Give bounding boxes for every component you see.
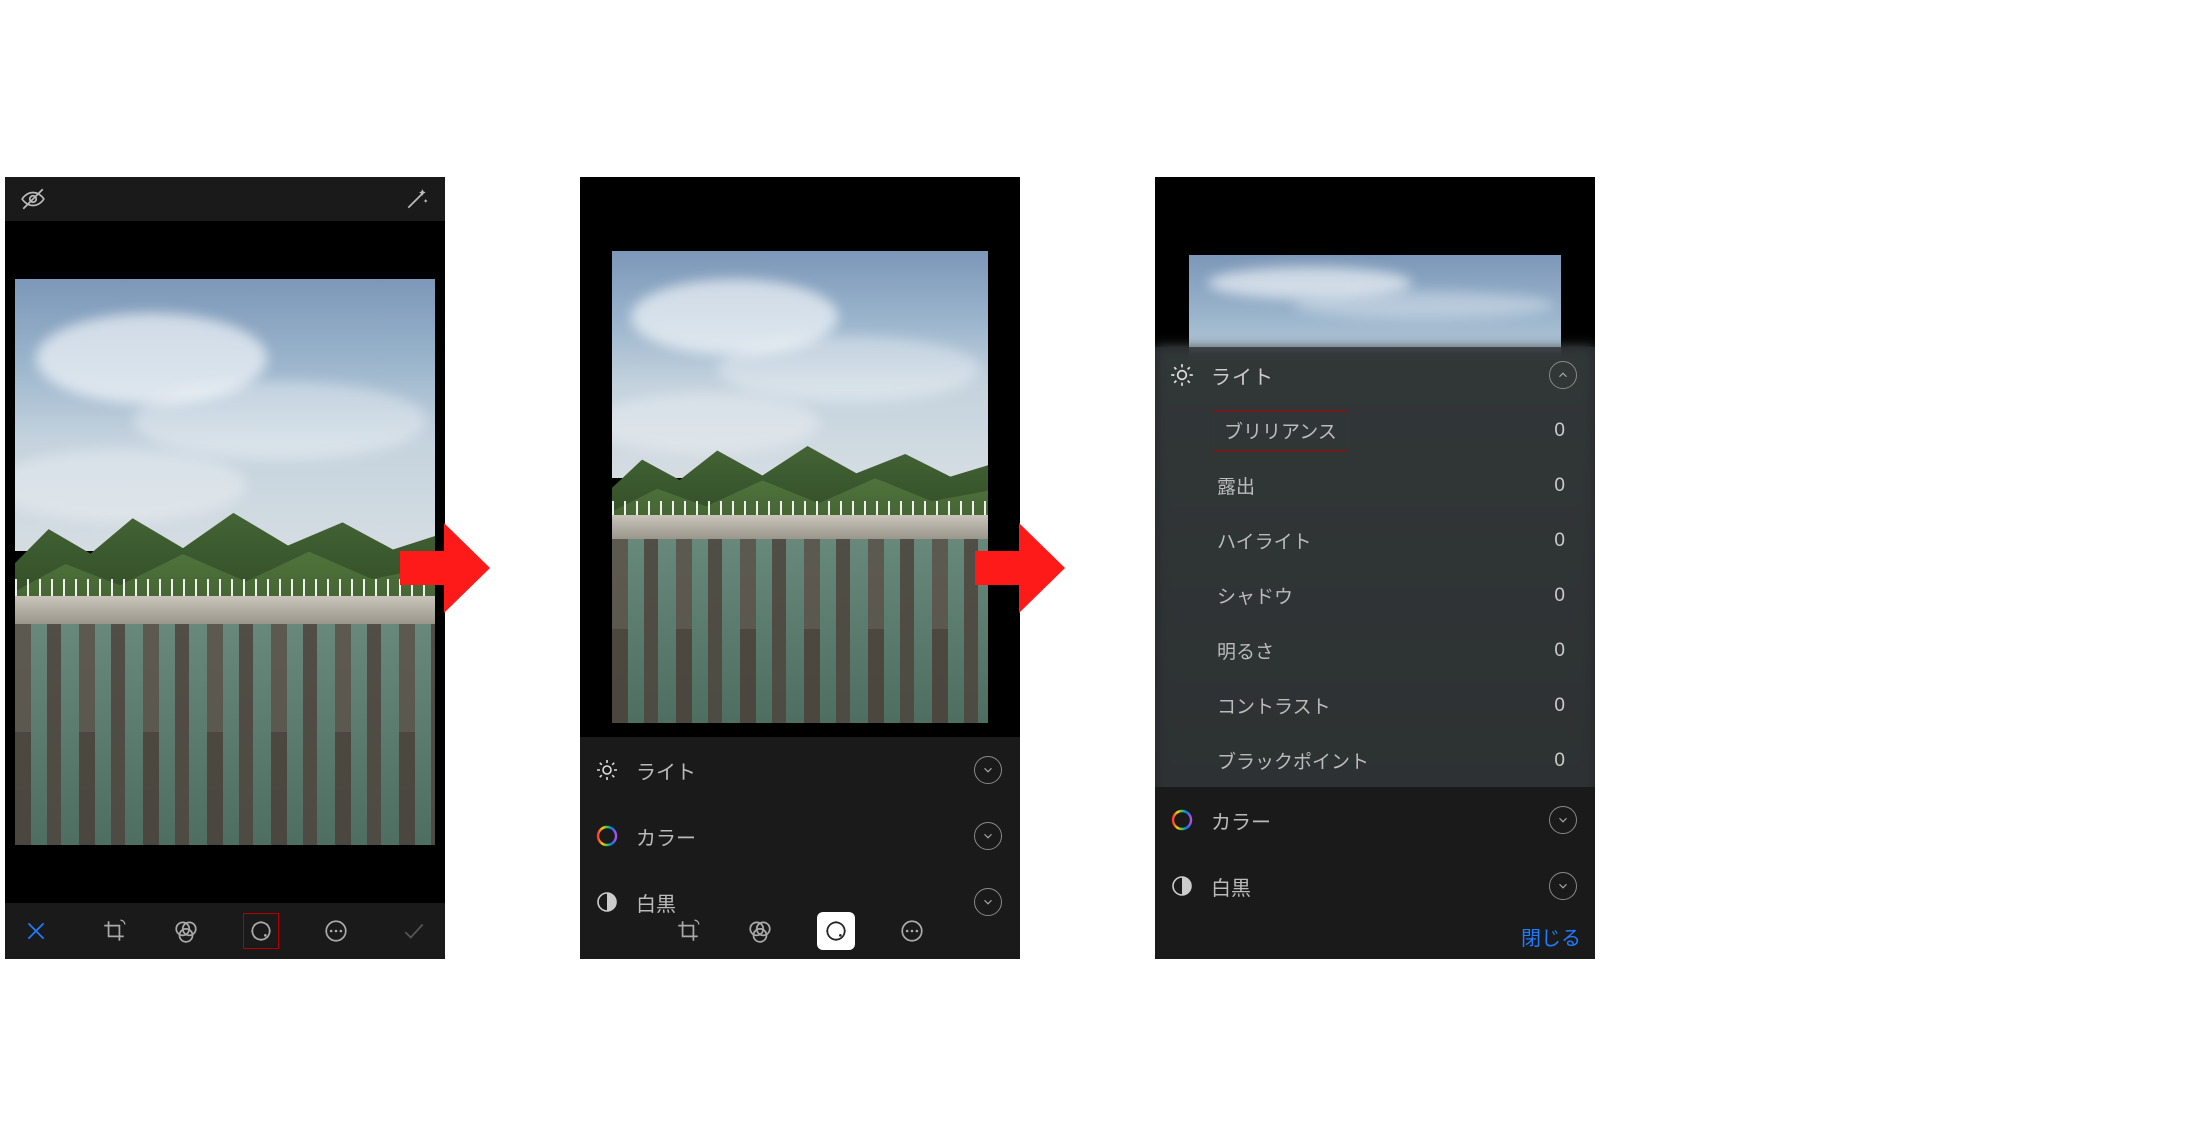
eye-hidden-icon[interactable]: [19, 185, 47, 213]
light-brightness-label: 明るさ: [1217, 637, 1554, 664]
adjust-icon[interactable]: [243, 913, 279, 949]
light-shadows-label: シャドウ: [1217, 582, 1554, 609]
bw-icon: [1169, 873, 1195, 899]
light-icon: [594, 757, 620, 783]
light-shadows-row[interactable]: シャドウ 0: [1155, 568, 1595, 623]
close-button[interactable]: 閉じる: [1521, 922, 1581, 951]
photo-canvas[interactable]: [1155, 177, 1595, 347]
photo-canvas[interactable]: [5, 221, 445, 903]
crop-rotate-icon[interactable]: [673, 916, 703, 946]
light-contrast-label: コントラスト: [1217, 692, 1554, 719]
light-blackpoint-value: 0: [1554, 750, 1565, 772]
light-highlights-label: ハイライト: [1217, 527, 1554, 554]
light-contrast-value: 0: [1554, 695, 1565, 717]
chevron-up-icon[interactable]: [1549, 361, 1577, 389]
chevron-down-icon[interactable]: [1549, 872, 1577, 900]
chevron-down-icon[interactable]: [1549, 806, 1577, 834]
top-toolbar: [5, 177, 445, 221]
light-brightness-row[interactable]: 明るさ 0: [1155, 623, 1595, 678]
adjust-bw-label: 白黒: [1211, 872, 1533, 901]
editor-screen-1: [5, 177, 445, 959]
done-button[interactable]: [399, 916, 429, 946]
cancel-button[interactable]: [21, 916, 51, 946]
light-expanded-panel: ライト ブリリアンス 0 露出 0 ハイライト 0 シャドウ 0: [1155, 347, 1595, 799]
light-exposure-label: 露出: [1217, 472, 1554, 499]
chevron-down-icon[interactable]: [974, 756, 1002, 784]
more-icon[interactable]: [897, 916, 927, 946]
crop-rotate-icon[interactable]: [99, 916, 129, 946]
photo-canvas[interactable]: [580, 177, 1020, 737]
highlighted-selection: ブリリアンス: [1213, 410, 1348, 451]
light-contrast-row[interactable]: コントラスト 0: [1155, 678, 1595, 733]
light-exposure-value: 0: [1554, 475, 1565, 497]
light-brilliance-row[interactable]: ブリリアンス 0: [1155, 403, 1595, 458]
adjustment-categories: ライト カラー 白黒: [580, 737, 1020, 903]
light-icon: [1169, 362, 1195, 388]
bottom-toolbar: [5, 903, 445, 959]
color-ring-icon: [594, 823, 620, 849]
light-brilliance-label: ブリリアンス: [1224, 422, 1337, 443]
adjust-bw-row[interactable]: 白黒: [1155, 853, 1595, 919]
light-shadows-value: 0: [1554, 585, 1565, 607]
light-brightness-value: 0: [1554, 640, 1565, 662]
adjustment-categories-collapsed: カラー 白黒: [1155, 787, 1595, 919]
editor-screen-3: ライト ブリリアンス 0 露出 0 ハイライト 0 シャドウ 0: [1155, 177, 1595, 959]
light-brilliance-value: 0: [1554, 420, 1565, 442]
flow-arrow-icon: [975, 523, 1065, 613]
adjust-light-row[interactable]: ライト: [580, 737, 1020, 803]
adjust-light-header[interactable]: ライト: [1155, 347, 1595, 403]
flow-arrow-icon: [400, 523, 490, 613]
adjust-light-label: ライト: [636, 756, 958, 785]
editor-screen-2: ライト カラー 白黒: [580, 177, 1020, 959]
light-highlights-value: 0: [1554, 530, 1565, 552]
light-exposure-row[interactable]: 露出 0: [1155, 458, 1595, 513]
bottom-toolbar: [580, 903, 1020, 959]
filters-icon[interactable]: [171, 916, 201, 946]
adjust-color-label: カラー: [1211, 806, 1533, 835]
filters-icon[interactable]: [745, 916, 775, 946]
light-blackpoint-label: ブラックポイント: [1217, 747, 1554, 774]
adjust-icon[interactable]: [817, 912, 855, 950]
light-blackpoint-row[interactable]: ブラックポイント 0: [1155, 733, 1595, 788]
light-highlights-row[interactable]: ハイライト 0: [1155, 513, 1595, 568]
adjust-color-row[interactable]: カラー: [1155, 787, 1595, 853]
magic-wand-icon[interactable]: [403, 185, 431, 213]
color-ring-icon: [1169, 807, 1195, 833]
adjust-light-label: ライト: [1211, 361, 1533, 390]
chevron-down-icon[interactable]: [974, 822, 1002, 850]
adjust-color-row[interactable]: カラー: [580, 803, 1020, 869]
more-icon[interactable]: [321, 916, 351, 946]
adjust-color-label: カラー: [636, 822, 958, 851]
